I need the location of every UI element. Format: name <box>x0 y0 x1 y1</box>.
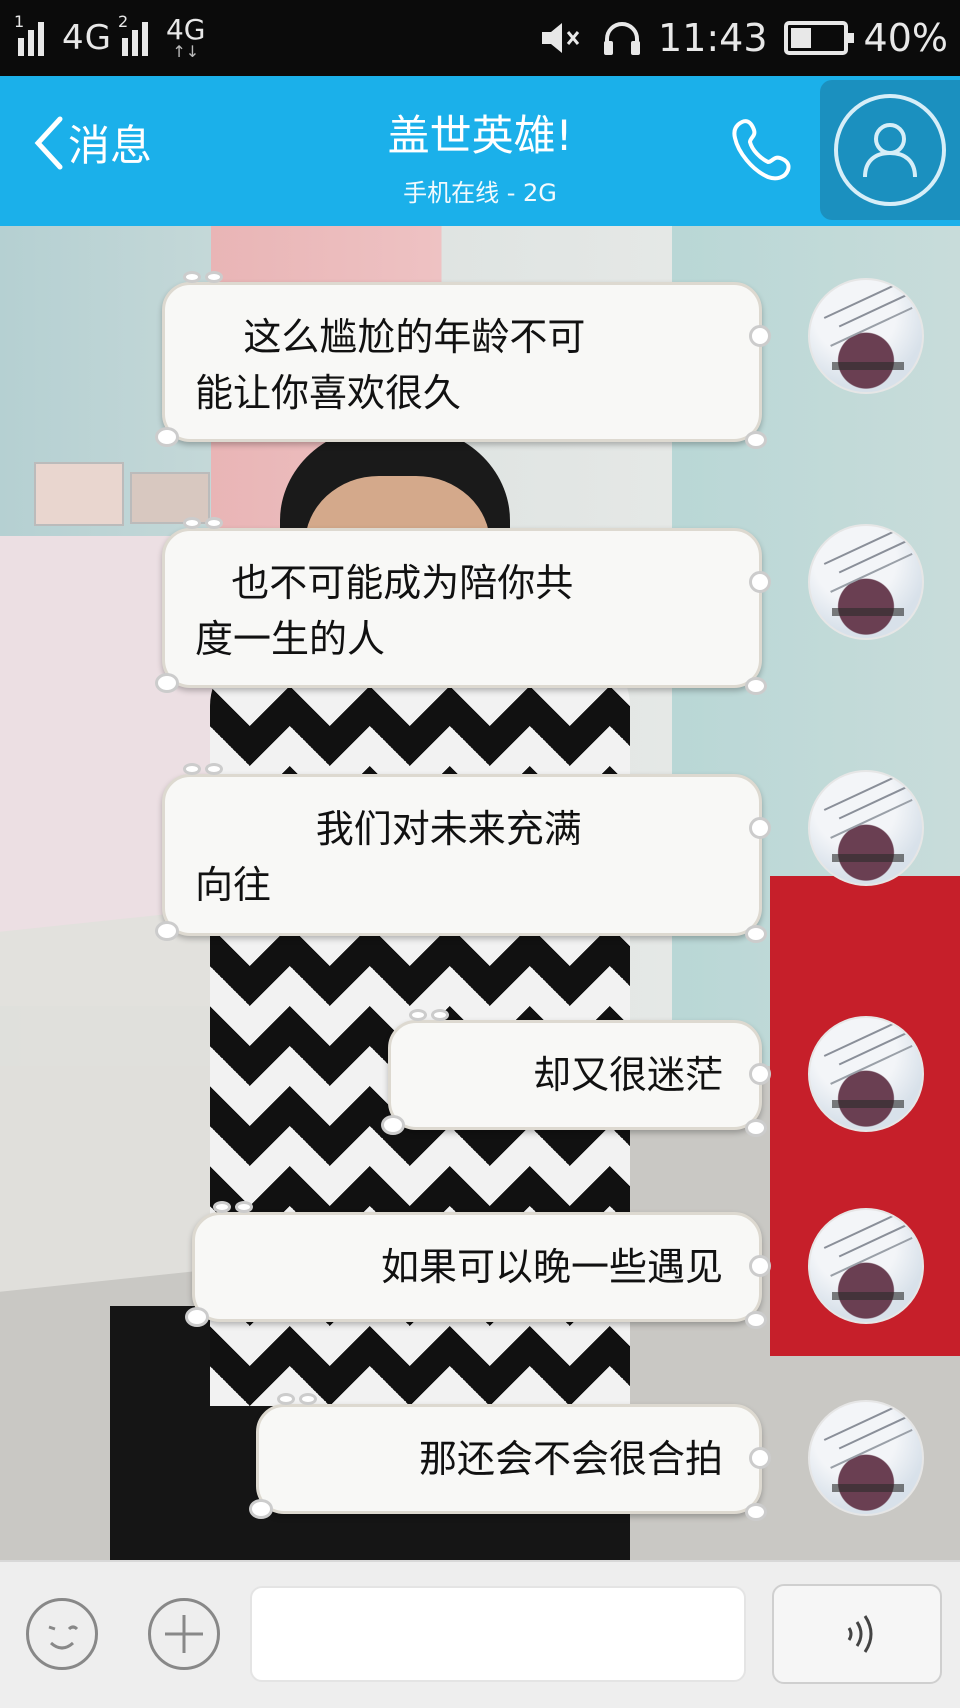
signal-icon: 1 <box>14 12 54 56</box>
avatar[interactable] <box>808 1016 924 1132</box>
plus-icon <box>165 1615 203 1653</box>
back-chevron-icon <box>34 116 63 169</box>
contact-status: 手机在线 - 2G <box>403 179 557 207</box>
message-text: 如果可以晚一些遇见 <box>380 1245 723 1289</box>
avatar[interactable] <box>808 278 924 394</box>
data-arrows-icon: ↑↓ <box>172 42 200 61</box>
message-text: 这么尴尬的年龄不可 能让你喜欢很久 <box>195 315 586 415</box>
network-type-2: 4G <box>165 13 206 46</box>
chat-title-block: 盖世英雄! 手机在线 - 2G <box>260 102 700 208</box>
chat-header: 消息 盖世英雄! 手机在线 - 2G <box>0 76 960 226</box>
message-bubble[interactable]: 我们对未来充满 向往 <box>155 763 771 943</box>
message-bubble[interactable]: 如果可以晚一些遇见 <box>185 1201 771 1329</box>
message-text: 却又很迷茫 <box>532 1053 723 1097</box>
message-text: 我们对未来充满 向往 <box>195 807 582 907</box>
avatar[interactable] <box>808 524 924 640</box>
message-bubble[interactable]: 却又很迷茫 <box>381 1009 771 1137</box>
message-text: 也不可能成为陪你共 度一生的人 <box>195 561 574 661</box>
message-bubble[interactable]: 那还会不会很合拍 <box>249 1393 771 1521</box>
message-text: 那还会不会很合拍 <box>418 1437 723 1481</box>
phone-icon[interactable] <box>724 112 800 188</box>
profile-button[interactable] <box>820 80 960 220</box>
message-input[interactable] <box>250 1586 746 1682</box>
back-label: 消息 <box>68 121 153 170</box>
network-type-1: 4G <box>62 18 112 58</box>
avatar[interactable] <box>808 1208 924 1324</box>
headset-icon <box>604 22 641 55</box>
emoji-button[interactable] <box>26 1598 98 1670</box>
profile-icon <box>834 94 946 206</box>
status-left: 1 4G 2 4G ↑↓ <box>14 8 206 68</box>
mute-icon <box>542 23 580 53</box>
signal-icon: 2 <box>118 12 158 56</box>
input-bar <box>0 1560 960 1708</box>
battery-percent: 40% <box>863 16 948 60</box>
avatar[interactable] <box>808 1400 924 1516</box>
status-right: 11:43 40% <box>540 8 948 68</box>
sim1-label: 1 <box>14 12 25 31</box>
chat-area[interactable]: 这么尴尬的年龄不可 能让你喜欢很久 也不可能成为陪你共 度一生的人 我们对未来充… <box>0 226 960 1560</box>
voice-button[interactable] <box>772 1584 942 1684</box>
background-photo-frame <box>34 462 124 526</box>
voice-icon <box>847 1615 873 1653</box>
status-bar: 1 4G 2 4G ↑↓ 11:43 40% <box>0 0 960 76</box>
clock: 11:43 <box>658 16 768 60</box>
plus-button[interactable] <box>148 1598 220 1670</box>
contact-name: 盖世英雄! <box>387 111 573 160</box>
sim2-label: 2 <box>117 12 129 31</box>
battery-icon <box>783 21 854 55</box>
data-activity-indicator: 4G ↑↓ <box>166 16 206 60</box>
back-button[interactable]: 消息 <box>30 112 152 173</box>
avatar[interactable] <box>808 770 924 886</box>
emoji-icon <box>48 1625 79 1650</box>
message-bubble[interactable]: 这么尴尬的年龄不可 能让你喜欢很久 <box>155 271 771 449</box>
message-bubble[interactable]: 也不可能成为陪你共 度一生的人 <box>155 517 771 695</box>
